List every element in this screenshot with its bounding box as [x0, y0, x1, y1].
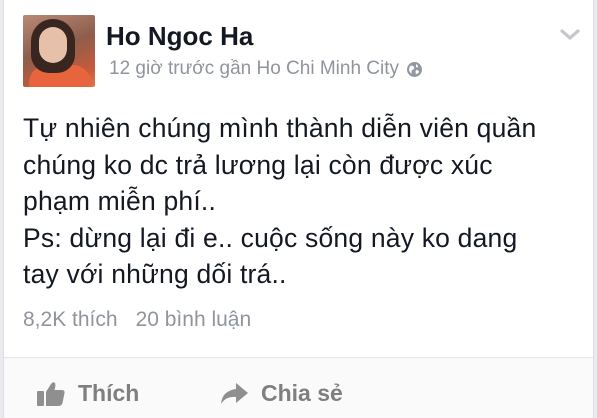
- chevron-down-icon[interactable]: [559, 28, 581, 42]
- avatar[interactable]: [23, 15, 95, 87]
- thumbs-up-icon: [36, 381, 66, 407]
- globe-icon: [406, 61, 423, 78]
- author-name[interactable]: Ho Ngoc Ha: [106, 21, 253, 52]
- share-arrow-icon: [219, 382, 249, 406]
- share-label: Chia sẻ: [261, 380, 343, 406]
- avatar-face: [39, 27, 67, 63]
- like-button[interactable]: Thích: [36, 380, 139, 407]
- share-button[interactable]: Chia sẻ: [219, 380, 343, 407]
- post-text-line: Ps: dừng lại đi e.. cuộc sống này ko dan…: [23, 222, 518, 253]
- post-text-line: chúng ko dc trả lương lại còn được xúc: [23, 149, 493, 180]
- post-timestamp-location[interactable]: 12 giờ trước gần Ho Chi Minh City: [109, 58, 399, 80]
- action-bar: Thích Chia sẻ: [4, 358, 593, 418]
- likes-count[interactable]: 8,2K thích: [23, 308, 118, 332]
- like-label: Thích: [78, 380, 140, 406]
- post-stats: 8,2K thích 20 bình luận: [23, 308, 251, 332]
- post-text-line: phạm miễn phí..: [23, 186, 217, 216]
- post-text-line: Tự nhiên chúng mình thành diễn viên quần: [23, 113, 537, 143]
- comments-count[interactable]: 20 bình luận: [136, 308, 252, 332]
- post-text: Tự nhiên chúng mình thành diễn viên quần…: [23, 110, 583, 293]
- post-text-line: tay với những dối trá..: [23, 259, 287, 289]
- post-meta: 12 giờ trước gần Ho Chi Minh City: [109, 58, 423, 80]
- post-card: Ho Ngoc Ha 12 giờ trước gần Ho Chi Minh …: [3, 0, 594, 418]
